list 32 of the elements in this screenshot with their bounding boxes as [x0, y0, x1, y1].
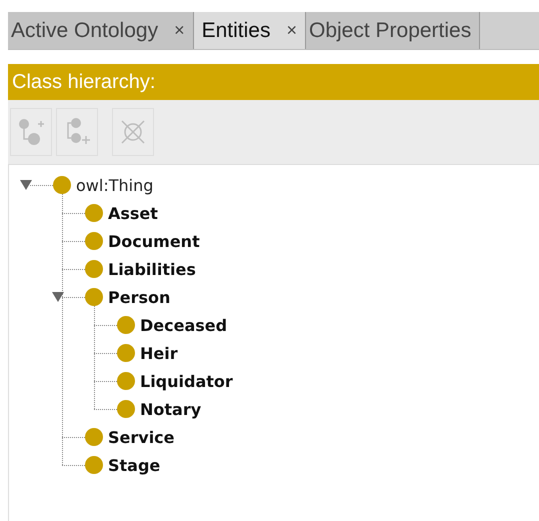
class-label[interactable]: Deceased [140, 316, 228, 334]
class-label[interactable]: Stage [108, 456, 160, 474]
class-label[interactable]: Heir [140, 344, 178, 362]
class-label[interactable]: Notary [140, 400, 202, 418]
class-dot-icon [85, 232, 103, 250]
add-subclass-icon [18, 118, 44, 146]
class-dot-icon [85, 288, 103, 306]
class-label[interactable]: Asset [108, 204, 158, 222]
class-dot-icon [85, 456, 103, 474]
class-label[interactable]: Liabilities [108, 260, 196, 278]
class-label[interactable]: Liquidator [140, 372, 233, 390]
tab[interactable]: Object Properties [306, 12, 480, 49]
tab[interactable]: Active Ontology × [8, 12, 194, 49]
class-dot-icon [85, 260, 103, 278]
class-dot-icon [53, 176, 71, 194]
class-dot-icon [117, 400, 135, 418]
class-dot-icon [117, 316, 135, 334]
class-label[interactable]: Person [108, 288, 170, 306]
class-dot-icon [117, 372, 135, 390]
panel-title: Class hierarchy: [12, 70, 156, 94]
class-dot-icon [117, 344, 135, 362]
close-tab-button[interactable]: × [174, 20, 185, 41]
close-tab-button[interactable]: × [286, 20, 297, 41]
class-label[interactable]: Service [108, 428, 175, 446]
class-label[interactable]: Document [108, 232, 200, 250]
collapse-triangle-icon[interactable] [20, 180, 32, 190]
delete-icon [120, 118, 146, 146]
class-label[interactable]: owl:Thing [76, 176, 154, 194]
class-dot-icon [85, 428, 103, 446]
class-dot-icon [85, 204, 103, 222]
tab[interactable]: Entities × [194, 12, 306, 49]
collapse-triangle-icon[interactable] [52, 292, 64, 302]
